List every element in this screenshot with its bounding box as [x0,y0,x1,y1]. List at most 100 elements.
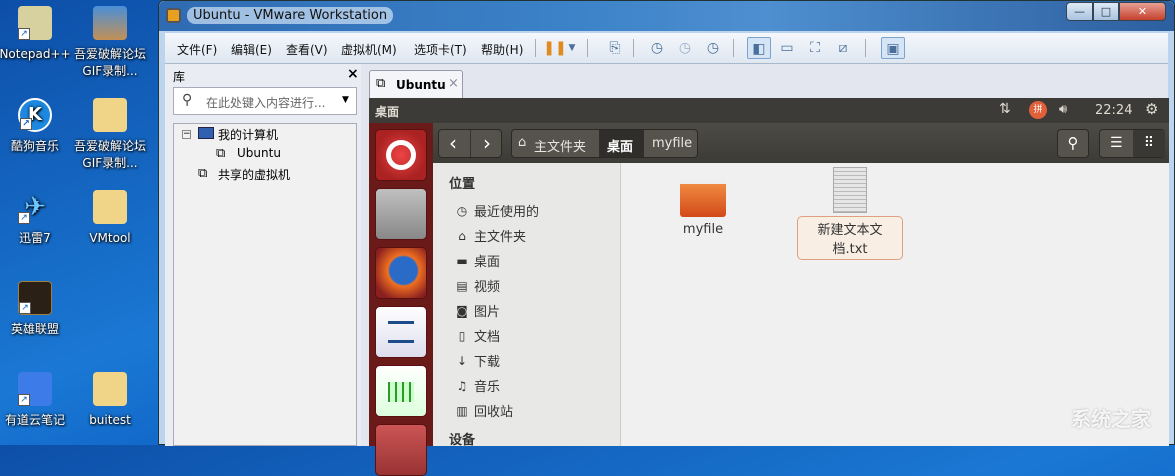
menu-vm[interactable]: 虚拟机(M) [341,41,397,58]
folder-icon: ▬ [456,253,468,268]
watermark: 系统之家 [1071,407,1151,431]
calc-icon[interactable] [375,365,427,417]
grid-view-icon[interactable]: ⠿ [1133,130,1165,157]
sidebar-item-music[interactable]: ♫ 音乐 [455,376,500,396]
volume-icon[interactable]: 🔊︎ [1059,102,1067,117]
file-view: myfile 新建文本文档.txt 系统之家 [621,163,1169,446]
network-icon[interactable]: ⇅ [999,101,1011,117]
thumbnail-bar-icon[interactable]: ▭ [775,37,799,59]
notepad-icon: ↗ [18,6,52,40]
breadcrumb: ⌂ 主文件夹 桌面 myfile [511,129,698,158]
breadcrumb-desktop[interactable]: 桌面 [607,136,633,155]
menu-tabs[interactable]: 选项卡(T) [414,41,467,58]
vmware-logo-icon [166,8,181,23]
places-header: 位置 [449,177,476,192]
sidebar-item-recent[interactable]: ◷ 最近使用的 [455,201,539,221]
music-icon: ♫ [456,378,468,393]
library-tree: − 我的计算机 ⧉ Ubuntu ⧉ 共享的虚拟机 [173,123,357,446]
minimize-button[interactable]: — [1066,2,1093,21]
desktop-icon-youdao[interactable]: ↗ 有道云笔记 [0,372,73,429]
desktop-icon-kugou[interactable]: K ↗ 酷狗音乐 [0,98,73,155]
snapshot-manager-icon[interactable]: ◷ [701,37,725,59]
archive-icon [93,6,127,40]
show-library-icon[interactable]: ◧ [747,37,771,59]
send-ctrl-alt-del-icon[interactable]: ⎘ [603,37,627,59]
library-search-input[interactable]: ⚲ 在此处键入内容进行... ▼ [173,87,357,115]
list-view-icon[interactable]: ☰ [1110,130,1123,157]
desktop-icon-notepadpp[interactable]: ↗ Notepad++ [0,6,73,63]
desktop-icon-buitest[interactable]: buitest [72,372,148,429]
folder-icon [93,190,127,224]
fullscreen-icon[interactable]: ⛶ [803,37,827,59]
library-close-icon[interactable]: × [347,66,359,82]
input-method-icon[interactable]: 拼 [1029,101,1047,119]
collapse-icon[interactable]: − [182,130,191,139]
chevron-down-icon[interactable]: ▼ [342,95,349,105]
chevron-down-icon[interactable]: ▼ [565,37,579,59]
shared-vm-icon: ⧉ [198,166,208,181]
youdao-icon: ↗ [18,372,52,406]
nautilus-header: ‹ › ⌂ 主文件夹 桌面 myfile ⚲ ☰ ⠿ [433,123,1169,163]
files-icon[interactable] [375,188,427,240]
file-item-myfile[interactable]: myfile [663,173,743,237]
tab-close-icon[interactable]: × [448,76,459,91]
sidebar-item-downloads[interactable]: ↓ 下载 [455,351,500,371]
snapshot-icon[interactable]: ◷ [645,37,669,59]
desktop-icon-vmtool[interactable]: VMtool [72,190,148,247]
forward-button[interactable]: › [483,130,491,156]
back-button[interactable]: ‹ [449,130,457,156]
tree-item-my-computer[interactable]: 我的计算机 [218,126,278,143]
menu-edit[interactable]: 编辑(E) [231,41,272,58]
launcher [369,123,433,476]
firefox-icon[interactable] [375,247,427,299]
pause-icon[interactable]: ❚❚ [543,37,567,59]
vmware-window: Ubuntu - VMware Workstation — □ ✕ 文件(F) … [158,0,1175,476]
breadcrumb-home[interactable]: 主文件夹 [534,136,586,155]
sidebar-item-documents[interactable]: ▯ 文档 [455,326,500,346]
writer-icon[interactable] [375,306,427,358]
devices-header: 设备 [449,433,476,448]
impress-icon[interactable] [375,424,427,476]
xunlei-icon: ✈ ↗ [18,190,52,224]
folder-icon [93,372,127,406]
unity-icon[interactable]: ⧄ [831,37,855,59]
revert-snapshot-icon[interactable]: ◷ [673,37,697,59]
sidebar-item-trash[interactable]: ▥ 回收站 [455,401,513,421]
tree-item-ubuntu[interactable]: Ubuntu [237,146,281,160]
console-view-icon[interactable]: ▣ [881,37,905,59]
trash-icon: ▥ [456,403,468,418]
desktop-icon-lol[interactable]: ↗ 英雄联盟 [0,281,73,338]
tree-item-shared[interactable]: 共享的虚拟机 [218,166,290,183]
search-button[interactable]: ⚲ [1057,129,1089,158]
vm-icon: ⧉ [216,146,226,161]
folder-icon [93,98,127,132]
title-bar[interactable]: Ubuntu - VMware Workstation — □ ✕ [159,1,1174,31]
tab-ubuntu[interactable]: ⧉ Ubuntu × [369,70,463,99]
sidebar-item-pictures[interactable]: ◙ 图片 [455,301,500,321]
file-item-txt[interactable]: 新建文本文档.txt [797,167,903,260]
vm-icon: ⧉ [376,76,386,91]
home-icon: ⌂ [458,228,466,243]
menu-file[interactable]: 文件(F) [177,41,217,58]
sidebar-item-home[interactable]: ⌂ 主文件夹 [455,226,526,246]
window-title: Ubuntu - VMware Workstation [187,7,394,24]
kugou-icon: K ↗ [18,98,52,132]
clock[interactable]: 22:24 [1095,103,1132,118]
desktop-icon-xunlei[interactable]: ✈ ↗ 迅雷7 [0,190,73,247]
dash-home-icon[interactable] [375,129,427,181]
text-file-icon [833,167,867,213]
search-icon: ⚲ [182,92,193,108]
sidebar-item-videos[interactable]: ▤ 视频 [455,276,500,296]
menu-help[interactable]: 帮助(H) [481,41,523,58]
breadcrumb-myfile[interactable]: myfile [652,136,692,151]
power-gear-icon[interactable]: ⚙ [1145,100,1158,118]
menu-view[interactable]: 查看(V) [286,41,328,58]
sidebar-item-desktop[interactable]: ▬ 桌面 [455,251,500,271]
panel-title: 桌面 [375,105,400,119]
close-button[interactable]: ✕ [1119,2,1166,21]
maximize-button[interactable]: □ [1093,2,1119,21]
ubuntu-screen[interactable]: 桌面 ⇅ 拼 🔊︎ 22:24 ⚙ ‹ › ⌂ 主文件夹 桌面 myfile ⚲… [369,98,1169,476]
home-icon: ⌂ [518,135,527,150]
desktop-icon-gif1[interactable]: 吾爱破解论坛GIF录制... [72,6,148,80]
desktop-icon-gif2[interactable]: 吾爱破解论坛GIF录制... [72,98,148,172]
